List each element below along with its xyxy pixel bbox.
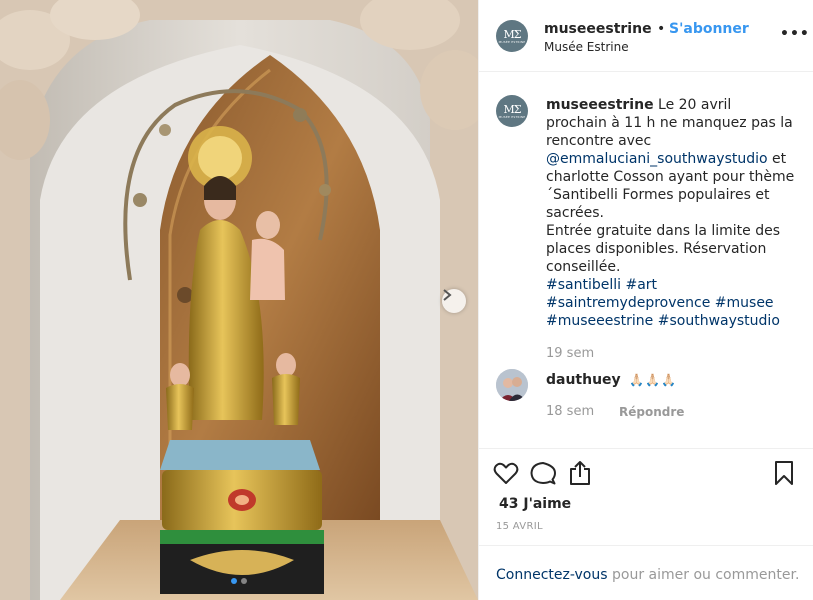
likes-count[interactable]: 43 J'aime <box>499 496 571 512</box>
carousel-indicator <box>0 578 478 584</box>
hashtag-southwaystudio[interactable]: #southwaystudio <box>658 313 780 329</box>
carousel-dot-1 <box>231 578 237 584</box>
caption-avatar[interactable]: MΣ MUSÉE ESTRINE <box>496 95 528 127</box>
hashtag-art[interactable]: #art <box>625 277 657 293</box>
login-prompt: Connectez-vous pour aimer ou commenter. <box>479 545 813 600</box>
header-bullet: • <box>657 21 666 37</box>
post-photo[interactable] <box>0 0 478 600</box>
like-button[interactable] <box>492 459 520 487</box>
share-icon <box>570 461 590 485</box>
comment-text: 🙏🏻🙏🏻🙏🏻 <box>629 373 677 387</box>
next-slide-button[interactable] <box>442 289 466 313</box>
login-prompt-text: Connectez-vous pour aimer ou commenter. <box>496 567 799 583</box>
caption-mention[interactable]: @emmaluciani_southwaystudio <box>546 151 768 167</box>
chevron-right-icon <box>443 289 452 301</box>
avatar-logo-mark: MΣ <box>503 27 521 41</box>
profile-avatar[interactable]: MΣ MUSÉE ESTRINE <box>496 20 528 52</box>
avatar-logo-subtext: MUSÉE ESTRINE <box>498 114 526 119</box>
comment-icon <box>530 462 556 485</box>
save-button[interactable] <box>770 459 798 487</box>
more-options-icon[interactable]: ••• <box>780 26 810 42</box>
reply-button[interactable]: Répondre <box>619 405 684 419</box>
comment-button[interactable] <box>529 459 557 487</box>
caption-timestamp[interactable]: 19 sem <box>546 346 594 361</box>
post-date[interactable]: 15 AVRIL <box>496 521 543 532</box>
post-caption: museeestrine Le 20 avril prochain à 11 h… <box>546 96 796 330</box>
carousel-dot-2 <box>241 578 247 584</box>
hashtag-saintremydeprovence[interactable]: #saintremydeprovence <box>546 295 710 311</box>
follow-button[interactable]: S'abonner <box>669 21 749 37</box>
caption-text-3: Entrée gratuite dans la limite des place… <box>546 223 781 275</box>
share-button[interactable] <box>566 459 594 487</box>
action-bar <box>479 448 813 500</box>
commenter-avatar[interactable] <box>496 369 528 401</box>
instagram-post: MΣ MUSÉE ESTRINE museeestrine • S'abonne… <box>0 0 813 600</box>
location-link[interactable]: Musée Estrine <box>544 40 629 54</box>
comment-item: dauthuey 🙏🏻🙏🏻🙏🏻 <box>546 372 677 388</box>
avatar-logo-subtext: MUSÉE ESTRINE <box>498 39 526 44</box>
comment-username[interactable]: dauthuey <box>546 372 621 388</box>
post-header: MΣ MUSÉE ESTRINE museeestrine • S'abonne… <box>479 0 813 72</box>
caption-username[interactable]: museeestrine <box>546 97 654 113</box>
post-side-panel: MΣ MUSÉE ESTRINE museeestrine • S'abonne… <box>478 0 813 600</box>
login-link[interactable]: Connectez-vous <box>496 567 608 583</box>
hashtag-museeestrine[interactable]: #museeestrine <box>546 313 653 329</box>
heart-icon <box>493 462 519 484</box>
comment-timestamp[interactable]: 18 sem <box>546 404 594 419</box>
header-username[interactable]: museeestrine <box>544 21 652 37</box>
bookmark-icon <box>775 461 793 485</box>
login-rest: pour aimer ou commenter. <box>607 567 800 583</box>
avatar-logo-mark: MΣ <box>503 102 521 116</box>
hashtag-musee[interactable]: #musee <box>715 295 774 311</box>
santibelli-statue-photo <box>0 0 478 600</box>
hashtag-santibelli[interactable]: #santibelli <box>546 277 621 293</box>
user-photo-icon <box>496 369 528 401</box>
